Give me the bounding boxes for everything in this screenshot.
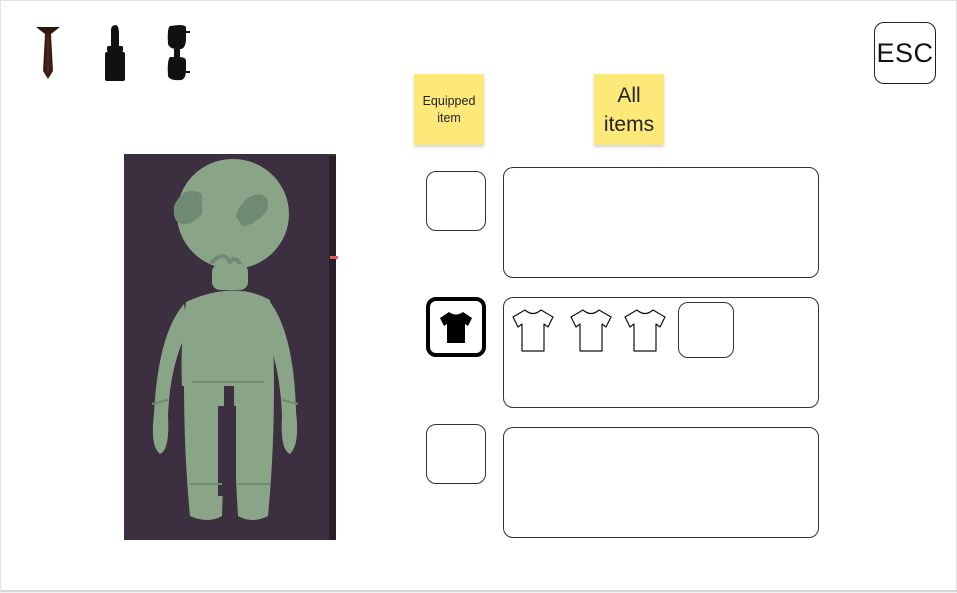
- tshirt-outline-icon: [624, 309, 666, 352]
- inventory-item-tshirt-1[interactable]: [510, 306, 556, 354]
- tie-category-button[interactable]: [35, 25, 61, 81]
- all-items-label: All items: [594, 74, 664, 145]
- items-panel-2: [503, 297, 819, 408]
- equipped-slot-3[interactable]: [426, 424, 486, 484]
- game-screen: ESC Equipped item All items: [0, 0, 957, 592]
- items-panel-3: [503, 427, 819, 538]
- tshirt-outline-icon: [570, 309, 612, 352]
- lipstick-icon: [105, 25, 125, 81]
- lipstick-category-button[interactable]: [102, 24, 128, 82]
- sunglasses-category-button[interactable]: [165, 24, 191, 82]
- sunglasses-icon: [167, 25, 190, 81]
- equipped-slot-1[interactable]: [426, 171, 486, 231]
- inventory-item-tshirt-2[interactable]: [568, 306, 614, 354]
- inventory-empty-slot[interactable]: [678, 302, 734, 358]
- tshirt-black-icon: [440, 312, 472, 343]
- tshirt-outline-icon: [512, 309, 554, 352]
- tie-icon: [36, 27, 60, 79]
- inventory-item-tshirt-3[interactable]: [622, 306, 668, 354]
- esc-button[interactable]: ESC: [874, 22, 936, 84]
- alien-avatar: [124, 154, 336, 540]
- items-panel-1: [503, 167, 819, 278]
- avatar-marker: [330, 256, 338, 259]
- equipped-slot-2[interactable]: [426, 297, 486, 357]
- equipped-item-label: Equipped item: [414, 74, 484, 145]
